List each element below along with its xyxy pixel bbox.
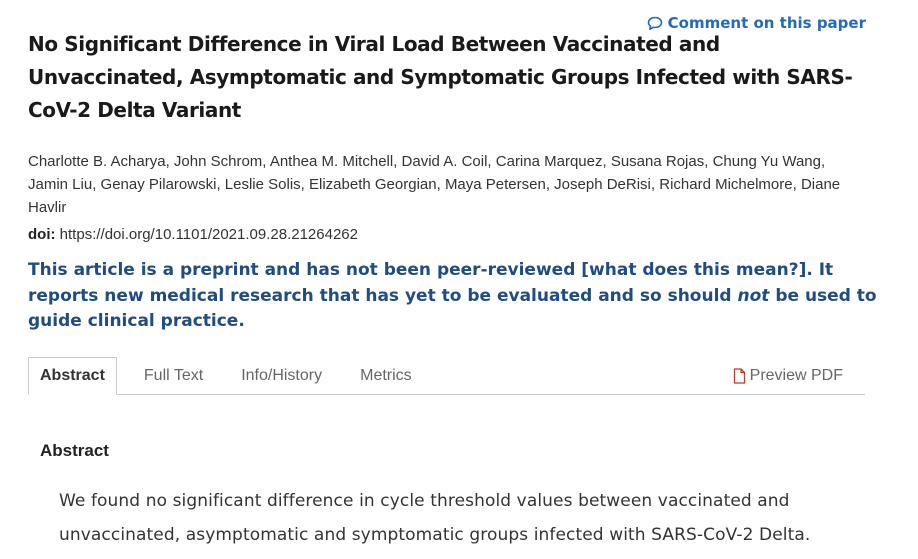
article-tabs: Abstract Full Text Info/History Metrics … (28, 357, 865, 395)
document-icon (733, 367, 746, 384)
what-does-this-mean-link[interactable]: [what does this mean?] (581, 260, 806, 280)
author-name[interactable]: Anthea M. Mitchell (270, 153, 393, 170)
author-name[interactable]: Chung Yu Wang (713, 153, 821, 170)
tab-abstract[interactable]: Abstract (28, 357, 117, 395)
author-name[interactable]: Susana Rojas (611, 153, 704, 170)
author-name[interactable]: Joseph DeRisi (554, 176, 651, 193)
notice-text-1: This article is a preprint and has not b… (28, 260, 582, 280)
author-name[interactable]: Leslie Solis (225, 176, 301, 193)
abstract-heading: Abstract (40, 441, 109, 460)
author-name[interactable]: Jamin Liu (28, 176, 92, 193)
doi-line: doi: https://doi.org/10.1101/2021.09.28.… (28, 226, 358, 243)
author-name[interactable]: Charlotte B. Acharya (28, 153, 166, 170)
preprint-notice: This article is a preprint and has not b… (28, 258, 878, 335)
author-name[interactable]: Carina Marquez (496, 153, 603, 170)
author-name[interactable]: David A. Coil (402, 153, 488, 170)
author-name[interactable]: Genay Pilarowski (101, 176, 217, 193)
article-title: No Significant Difference in Viral Load … (28, 32, 853, 122)
author-name[interactable]: Richard Michelmore (659, 176, 792, 193)
author-name[interactable]: Elizabeth Georgian (309, 176, 437, 193)
author-name[interactable]: John Schrom (174, 153, 262, 170)
notice-emphasis: not (737, 285, 770, 306)
preview-pdf-button[interactable]: Preview PDF (714, 357, 865, 394)
doi-link[interactable]: https://doi.org/10.1101/2021.09.28.21264… (60, 226, 358, 243)
abstract-text: We found no significant difference in cy… (59, 491, 811, 545)
tab-info-history[interactable]: Info/History (222, 357, 341, 394)
author-list: Charlotte B. Acharya, John Schrom, Anthe… (28, 153, 841, 216)
tab-metrics[interactable]: Metrics (341, 357, 431, 394)
tab-full-text[interactable]: Full Text (117, 357, 222, 394)
author-name[interactable]: Maya Petersen (445, 176, 546, 193)
preview-pdf-label: Preview PDF (749, 366, 843, 384)
doi-label: doi: (28, 226, 56, 243)
